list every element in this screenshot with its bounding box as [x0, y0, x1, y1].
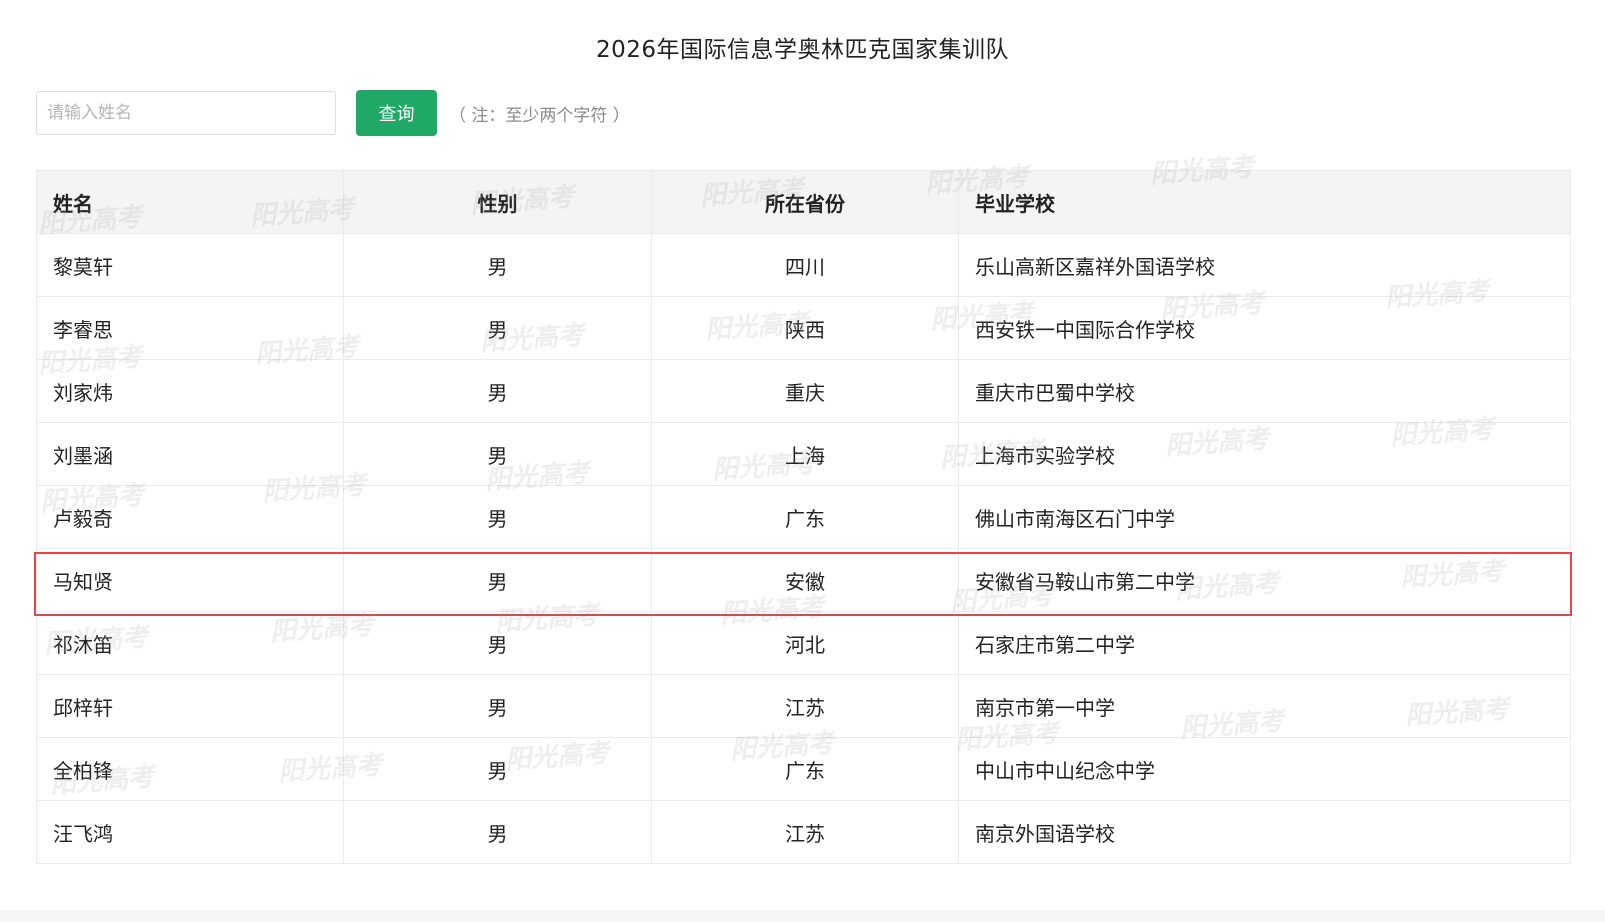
cell-school: 西安铁一中国际合作学校 — [958, 296, 1571, 360]
cell-school: 重庆市巴蜀中学校 — [958, 359, 1571, 423]
table-row-highlighted: 马知贤 男 安徽 安徽省马鞍山市第二中学 — [36, 548, 1571, 612]
cell-gender: 男 — [343, 548, 652, 612]
table-row: 祁沐笛 男 河北 石家庄市第二中学 — [36, 611, 1571, 675]
cell-province: 陕西 — [651, 296, 959, 360]
table-header-row: 姓名 性别 所在省份 毕业学校 — [36, 170, 1571, 234]
cell-province: 重庆 — [651, 359, 959, 423]
table-row: 全柏锋 男 广东 中山市中山纪念中学 — [36, 737, 1571, 801]
cell-gender: 男 — [343, 800, 652, 864]
cell-province: 四川 — [651, 233, 959, 297]
header-school: 毕业学校 — [958, 170, 1571, 234]
search-hint: （ 注：至少两个字符 ） — [449, 105, 630, 126]
cell-gender: 男 — [343, 359, 652, 423]
table-row: 刘墨涵 男 上海 上海市实验学校 — [36, 422, 1571, 486]
cell-name: 卢毅奇 — [36, 485, 344, 549]
header-gender: 性别 — [343, 170, 652, 234]
table-row: 刘家炜 男 重庆 重庆市巴蜀中学校 — [36, 359, 1571, 423]
cell-gender: 男 — [343, 296, 652, 360]
table-row: 汪飞鸿 男 江苏 南京外国语学校 — [36, 800, 1571, 864]
cell-province: 河北 — [651, 611, 959, 675]
cell-school: 佛山市南海区石门中学 — [958, 485, 1571, 549]
roster-table: 姓名 性别 所在省份 毕业学校 黎莫轩 男 四川 乐山高新区嘉祥外国语学校 李睿… — [36, 170, 1571, 864]
cell-name: 邱梓轩 — [36, 674, 344, 738]
cell-school: 安徽省马鞍山市第二中学 — [958, 548, 1571, 612]
header-name: 姓名 — [36, 170, 344, 234]
cell-name: 刘墨涵 — [36, 422, 344, 486]
cell-name: 汪飞鸿 — [36, 800, 344, 864]
cell-province: 江苏 — [651, 800, 959, 864]
cell-gender: 男 — [343, 422, 652, 486]
table-row: 李睿思 男 陕西 西安铁一中国际合作学校 — [36, 296, 1571, 360]
cell-name: 黎莫轩 — [36, 233, 344, 297]
cell-school: 南京市第一中学 — [958, 674, 1571, 738]
cell-province: 安徽 — [651, 548, 959, 612]
cell-gender: 男 — [343, 674, 652, 738]
cell-name: 全柏锋 — [36, 737, 344, 801]
page-title: 2026年国际信息学奥林匹克国家集训队 — [595, 37, 1010, 63]
cell-province: 上海 — [651, 422, 959, 486]
roster-table-container: 姓名 性别 所在省份 毕业学校 黎莫轩 男 四川 乐山高新区嘉祥外国语学校 李睿… — [36, 170, 1571, 864]
name-search-input[interactable] — [36, 91, 336, 135]
cell-school: 上海市实验学校 — [958, 422, 1571, 486]
cell-province: 江苏 — [651, 674, 959, 738]
cell-name: 马知贤 — [36, 548, 344, 612]
cell-gender: 男 — [343, 611, 652, 675]
cell-province: 广东 — [651, 737, 959, 801]
cell-school: 乐山高新区嘉祥外国语学校 — [958, 233, 1571, 297]
cell-school: 南京外国语学校 — [958, 800, 1571, 864]
query-button[interactable]: 查询 — [356, 90, 437, 136]
header-province: 所在省份 — [651, 170, 959, 234]
page-footer-band — [0, 910, 1605, 922]
cell-gender: 男 — [343, 737, 652, 801]
cell-school: 中山市中山纪念中学 — [958, 737, 1571, 801]
cell-name: 刘家炜 — [36, 359, 344, 423]
cell-name: 李睿思 — [36, 296, 344, 360]
table-row: 邱梓轩 男 江苏 南京市第一中学 — [36, 674, 1571, 738]
table-row: 黎莫轩 男 四川 乐山高新区嘉祥外国语学校 — [36, 233, 1571, 297]
cell-province: 广东 — [651, 485, 959, 549]
cell-school: 石家庄市第二中学 — [958, 611, 1571, 675]
cell-gender: 男 — [343, 233, 652, 297]
search-bar: 查询 （ 注：至少两个字符 ） — [36, 90, 630, 136]
cell-name: 祁沐笛 — [36, 611, 344, 675]
table-row: 卢毅奇 男 广东 佛山市南海区石门中学 — [36, 485, 1571, 549]
cell-gender: 男 — [343, 485, 652, 549]
